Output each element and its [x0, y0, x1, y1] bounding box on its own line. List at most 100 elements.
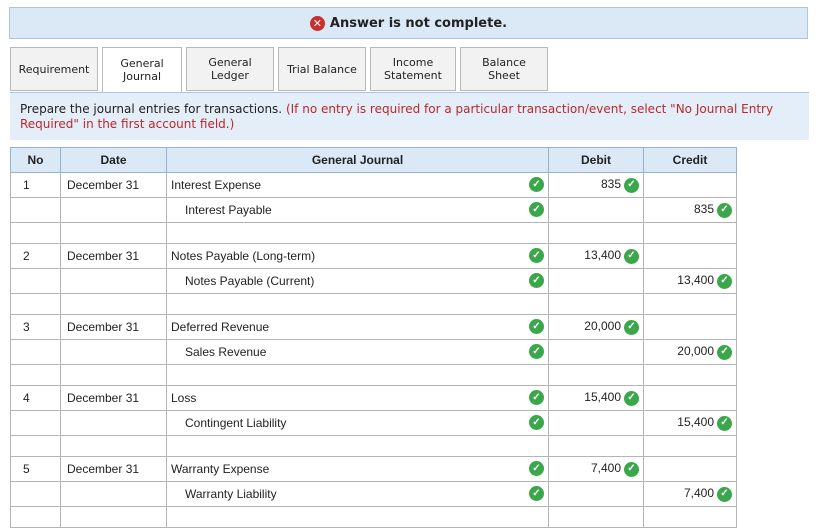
- debit-cell[interactable]: [548, 410, 644, 436]
- table-row-spacer: [10, 364, 737, 386]
- answer-status-banner: ✕ Answer is not complete.: [9, 7, 808, 39]
- entry-no: 2: [10, 243, 61, 269]
- debit-cell[interactable]: 13,400 ✓: [548, 243, 644, 269]
- tab-income-statement[interactable]: Income Statement: [370, 47, 456, 91]
- tab-general-journal[interactable]: General Journal: [102, 47, 182, 93]
- entry-date[interactable]: December 31: [60, 456, 167, 482]
- spacer-cell: [548, 293, 644, 315]
- credit-cell[interactable]: 13,400 ✓: [643, 268, 737, 294]
- credit-cell[interactable]: 7,400 ✓: [643, 481, 737, 507]
- check-icon: ✓: [624, 177, 639, 193]
- check-icon: ✓: [624, 319, 639, 335]
- credit-account-cell[interactable]: Sales Revenue ✓: [166, 339, 549, 365]
- table-row: Interest Payable ✓ 835 ✓: [10, 197, 737, 223]
- entry-no-empty: [10, 268, 61, 294]
- header-general-journal: General Journal: [166, 147, 549, 173]
- debit-account-cell[interactable]: Loss ✓: [166, 385, 549, 411]
- spacer-cell: [60, 293, 167, 315]
- debit-amount: 20,000: [584, 319, 621, 334]
- spacer-cell: [166, 506, 549, 528]
- credit-amount: 20,000: [677, 344, 714, 359]
- spacer-cell: [166, 293, 549, 315]
- tab-bar: Requirement General Journal General Ledg…: [10, 47, 552, 93]
- credit-cell[interactable]: [643, 385, 737, 411]
- entry-no-empty: [10, 197, 61, 223]
- debit-account-cell[interactable]: Notes Payable (Long-term) ✓: [166, 243, 549, 269]
- credit-amount: 7,400: [683, 486, 714, 501]
- check-icon: ✓: [717, 202, 732, 218]
- spacer-cell: [643, 364, 737, 386]
- tab-label: Statement: [384, 69, 442, 82]
- credit-amount: 835: [693, 202, 714, 217]
- credit-account: Warranty Liability: [185, 487, 277, 501]
- entry-date-empty[interactable]: [60, 268, 167, 294]
- debit-cell[interactable]: [548, 197, 644, 223]
- credit-account-cell[interactable]: Interest Payable ✓: [166, 197, 549, 223]
- tab-label: Ledger: [211, 69, 249, 82]
- credit-cell[interactable]: 15,400 ✓: [643, 410, 737, 436]
- debit-cell[interactable]: 7,400 ✓: [548, 456, 644, 482]
- table-row: 1 December 31 Interest Expense ✓ 835 ✓: [10, 172, 737, 198]
- check-icon: ✓: [529, 461, 544, 476]
- spacer-cell: [10, 435, 61, 457]
- debit-cell[interactable]: 835 ✓: [548, 172, 644, 198]
- journal-table: No Date General Journal Debit Credit 1 De…: [10, 147, 737, 528]
- debit-amount: 835: [600, 177, 621, 192]
- entry-no: 3: [10, 314, 61, 340]
- entry-no: 4: [10, 385, 61, 411]
- table-row: Notes Payable (Current) ✓ 13,400 ✓: [10, 268, 737, 294]
- check-icon: ✓: [717, 273, 732, 289]
- credit-account: Interest Payable: [185, 203, 272, 217]
- credit-cell[interactable]: [643, 172, 737, 198]
- entry-date[interactable]: December 31: [60, 243, 167, 269]
- entry-date-empty[interactable]: [60, 339, 167, 365]
- check-icon: ✓: [529, 415, 544, 430]
- credit-cell[interactable]: [643, 456, 737, 482]
- spacer-cell: [548, 364, 644, 386]
- debit-account-cell[interactable]: Deferred Revenue ✓: [166, 314, 549, 340]
- entry-date[interactable]: December 31: [60, 172, 167, 198]
- entry-no: 1: [10, 172, 61, 198]
- tab-trial-balance[interactable]: Trial Balance: [278, 47, 366, 91]
- instructions: Prepare the journal entries for transact…: [10, 92, 809, 140]
- spacer-cell: [166, 222, 549, 244]
- debit-cell[interactable]: 20,000 ✓: [548, 314, 644, 340]
- spacer-cell: [60, 364, 167, 386]
- spacer-cell: [166, 435, 549, 457]
- credit-cell[interactable]: [643, 243, 737, 269]
- debit-cell[interactable]: [548, 481, 644, 507]
- tab-balance-sheet[interactable]: Balance Sheet: [460, 47, 548, 91]
- credit-account-cell[interactable]: Notes Payable (Current) ✓: [166, 268, 549, 294]
- credit-amount: 13,400: [677, 273, 714, 288]
- check-icon: ✓: [529, 177, 544, 192]
- debit-cell[interactable]: [548, 339, 644, 365]
- credit-cell[interactable]: 835 ✓: [643, 197, 737, 223]
- entry-date-empty[interactable]: [60, 197, 167, 223]
- debit-account-cell[interactable]: Interest Expense ✓: [166, 172, 549, 198]
- credit-account-cell[interactable]: Contingent Liability ✓: [166, 410, 549, 436]
- entry-no-empty: [10, 481, 61, 507]
- spacer-cell: [10, 293, 61, 315]
- credit-account: Notes Payable (Current): [185, 274, 315, 288]
- entry-date-empty[interactable]: [60, 481, 167, 507]
- entry-date[interactable]: December 31: [60, 385, 167, 411]
- spacer-cell: [643, 435, 737, 457]
- spacer-cell: [643, 506, 737, 528]
- spacer-cell: [10, 364, 61, 386]
- check-icon: ✓: [624, 461, 639, 477]
- entry-date-empty[interactable]: [60, 410, 167, 436]
- debit-account: Loss: [171, 391, 197, 405]
- entry-date[interactable]: December 31: [60, 314, 167, 340]
- tab-requirement[interactable]: Requirement: [10, 47, 98, 91]
- spacer-cell: [643, 222, 737, 244]
- debit-account-cell[interactable]: Warranty Expense ✓: [166, 456, 549, 482]
- table-row: 4 December 31 Loss ✓ 15,400 ✓: [10, 385, 737, 411]
- tab-general-ledger[interactable]: General Ledger: [186, 47, 274, 91]
- credit-account-cell[interactable]: Warranty Liability ✓: [166, 481, 549, 507]
- table-header-row: No Date General Journal Debit Credit: [10, 147, 737, 173]
- credit-cell[interactable]: [643, 314, 737, 340]
- debit-cell[interactable]: [548, 268, 644, 294]
- debit-cell[interactable]: 15,400 ✓: [548, 385, 644, 411]
- check-icon: ✓: [717, 486, 732, 502]
- credit-cell[interactable]: 20,000 ✓: [643, 339, 737, 365]
